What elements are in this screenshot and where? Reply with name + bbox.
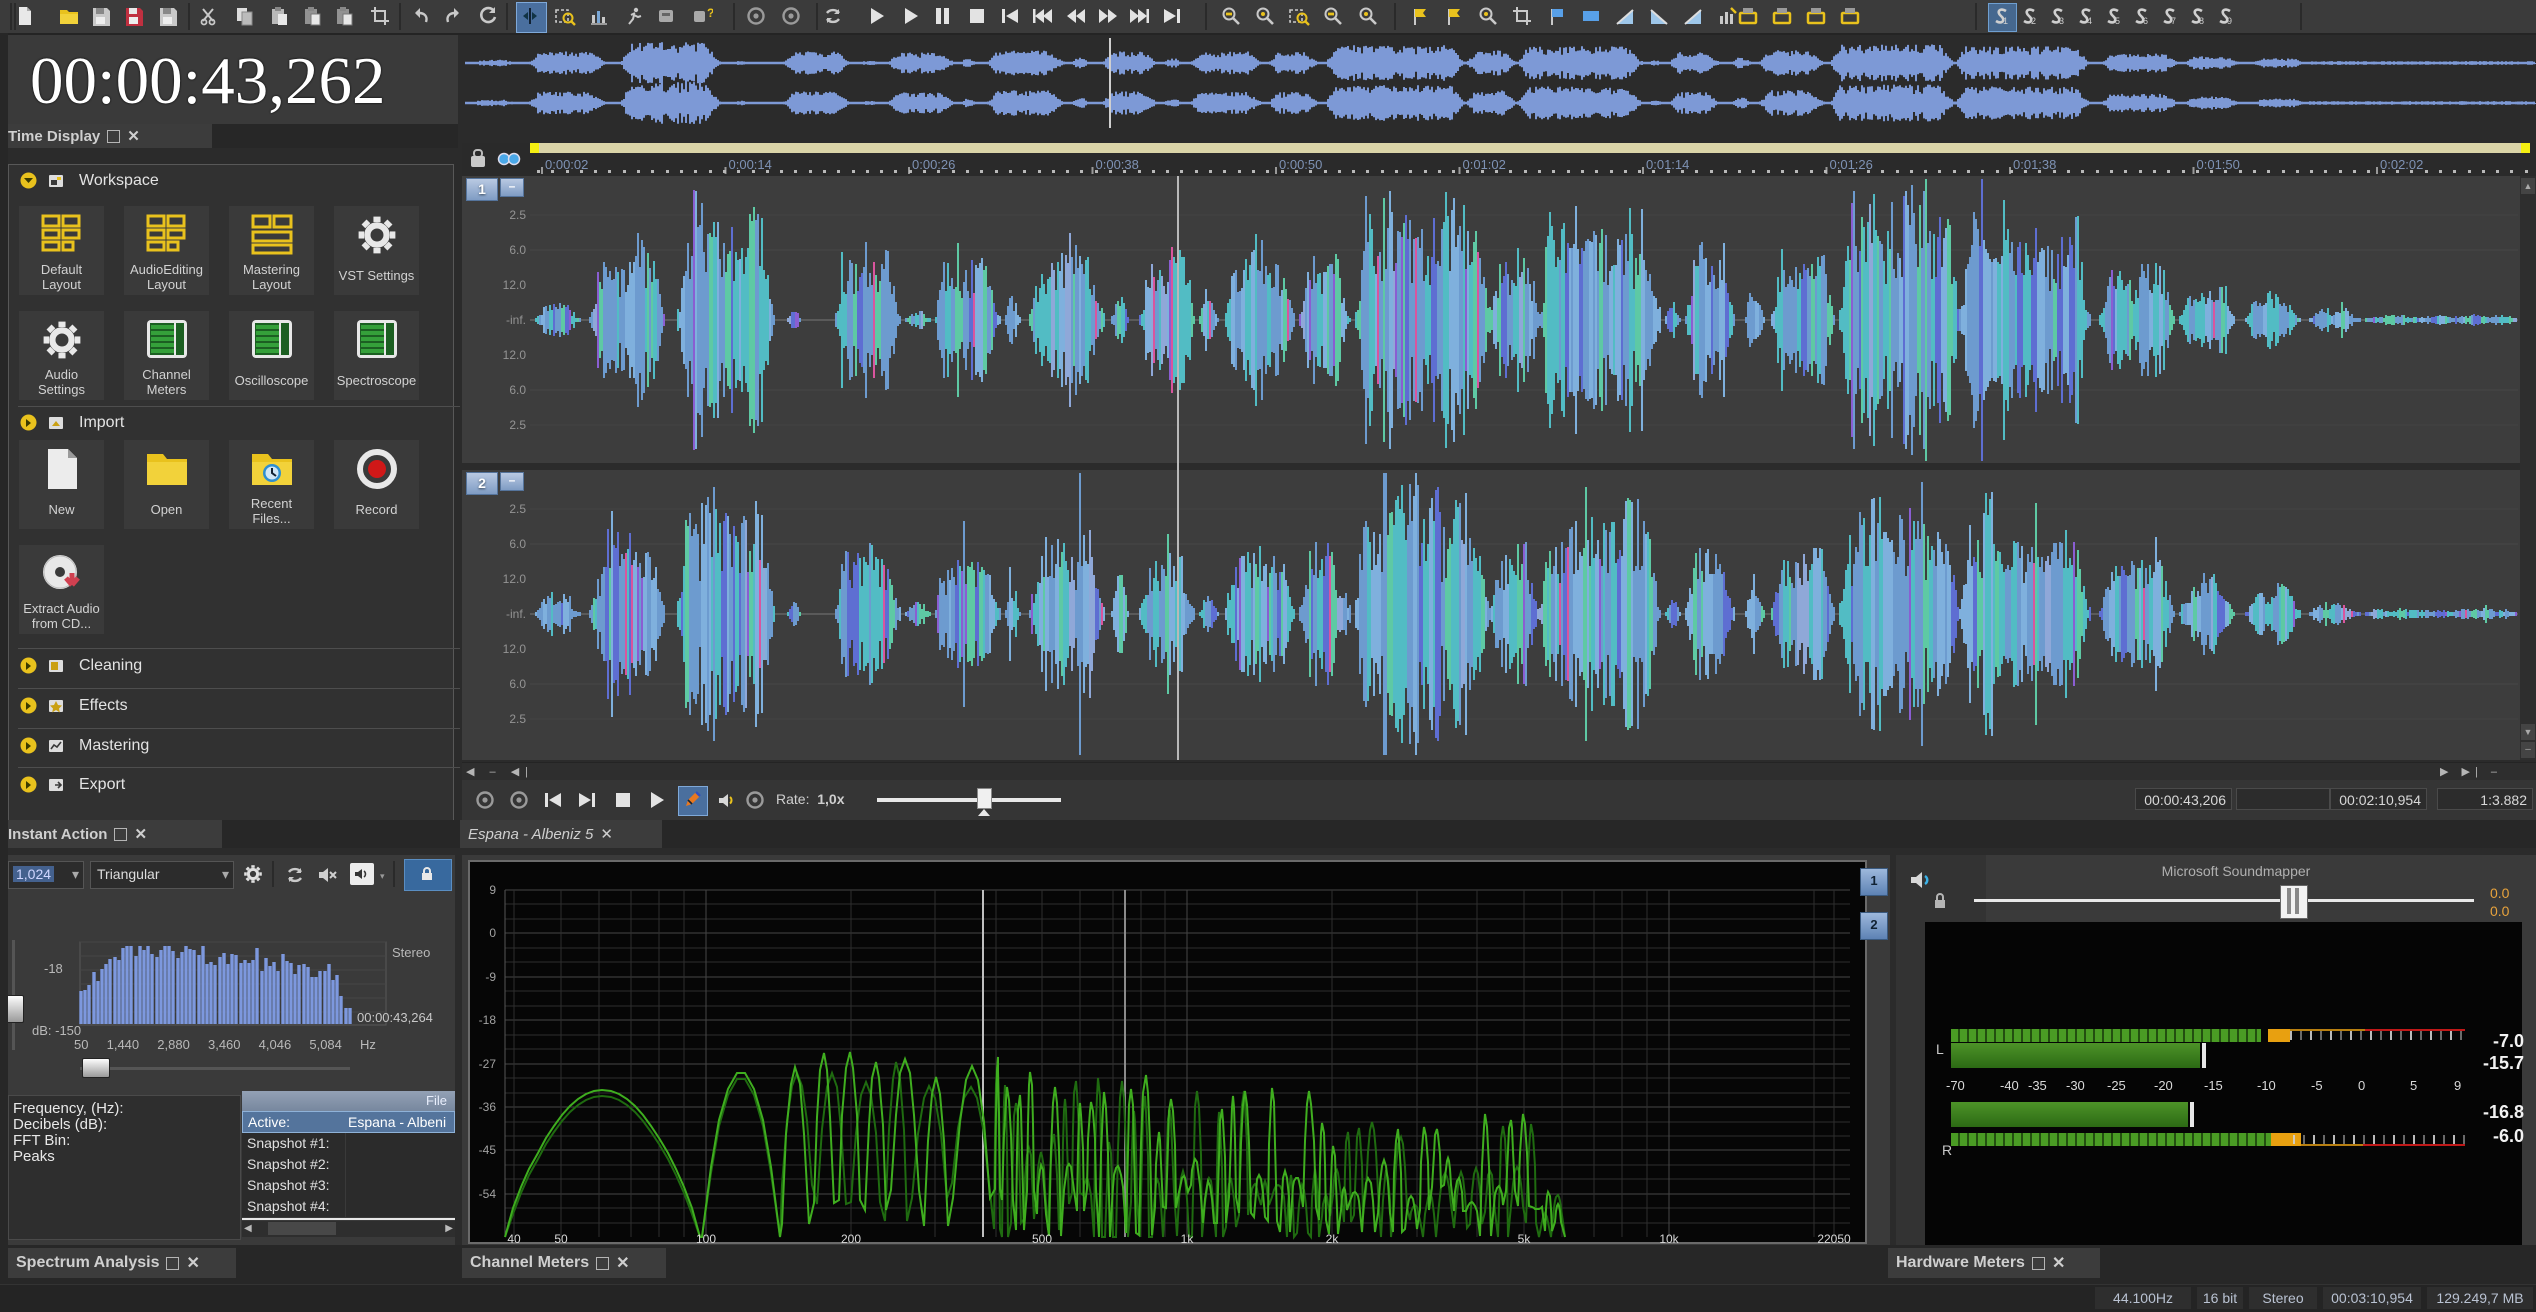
svg-text:40: 40	[507, 1232, 521, 1245]
svg-text:0:00:38: 0:00:38	[1096, 157, 1139, 172]
svg-text:3: 3	[2059, 16, 2064, 26]
svg-text:6: 6	[2143, 16, 2148, 26]
svg-text:1k: 1k	[1181, 1232, 1195, 1245]
svg-text:0:02:02: 0:02:02	[2380, 157, 2423, 172]
svg-text:0:00:02: 0:00:02	[545, 157, 588, 172]
svg-text:0:00:50: 0:00:50	[1279, 157, 1322, 172]
svg-text:2: 2	[2031, 16, 2036, 26]
svg-text:-45: -45	[479, 1143, 497, 1157]
svg-text:0:00:14: 0:00:14	[729, 157, 772, 172]
svg-text:2k: 2k	[1326, 1232, 1340, 1245]
svg-text:500: 500	[1032, 1232, 1052, 1245]
svg-text:?: ?	[707, 6, 713, 20]
svg-text:8: 8	[2199, 16, 2204, 26]
svg-text:0:01:50: 0:01:50	[2197, 157, 2240, 172]
svg-text:-18: -18	[479, 1013, 497, 1027]
svg-text:5: 5	[2115, 16, 2120, 26]
svg-text:0:00:26: 0:00:26	[912, 157, 955, 172]
svg-text:-54: -54	[479, 1187, 497, 1201]
svg-text:50: 50	[554, 1232, 568, 1245]
svg-text:22050: 22050	[1817, 1232, 1851, 1245]
svg-text:0:01:02: 0:01:02	[1463, 157, 1506, 172]
svg-text:100: 100	[696, 1232, 716, 1245]
svg-text:200: 200	[841, 1232, 861, 1245]
svg-text:0:01:14: 0:01:14	[1646, 157, 1689, 172]
svg-text:7: 7	[2171, 16, 2176, 26]
svg-text:9: 9	[489, 883, 496, 897]
svg-text:1: 1	[2003, 16, 2008, 26]
svg-text:4: 4	[2087, 16, 2092, 26]
svg-text:-9: -9	[485, 970, 496, 984]
svg-text:0:01:38: 0:01:38	[2013, 157, 2056, 172]
svg-text:-27: -27	[479, 1057, 497, 1071]
svg-text:0:01:26: 0:01:26	[1830, 157, 1873, 172]
svg-text:9: 9	[2227, 16, 2232, 26]
svg-text:5k: 5k	[1518, 1232, 1532, 1245]
svg-text:0: 0	[489, 926, 496, 940]
svg-text:-36: -36	[479, 1100, 497, 1114]
svg-text:10k: 10k	[1659, 1232, 1679, 1245]
